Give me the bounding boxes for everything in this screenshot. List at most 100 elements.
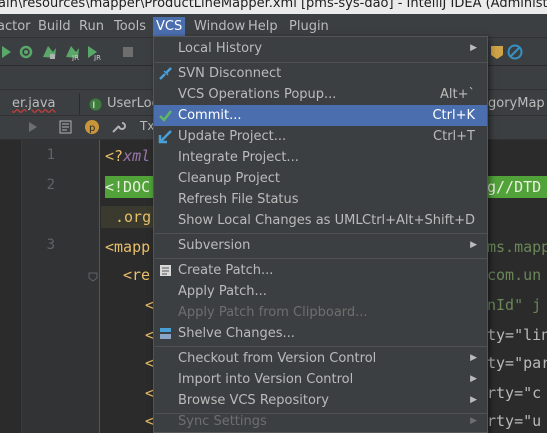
menu-item-create-patch[interactable]: Create Patch... (154, 260, 487, 281)
menu-item-shelve-changes[interactable]: Shelve Changes... (154, 323, 487, 344)
coverage-icon[interactable] (40, 43, 58, 61)
menu-item-label: Integrate Project... (178, 150, 299, 165)
code-line: .org (101, 206, 153, 228)
tab-label: er.java (12, 96, 56, 111)
menu-item-label: Refresh File Status (178, 192, 299, 207)
menu-item-apply-patch-clipboard[interactable]: Apply Patch from Clipboard... (154, 302, 487, 323)
menu-item-cleanup-project[interactable]: Cleanup Project (154, 168, 487, 189)
code-line-tail: ty="par (487, 352, 547, 374)
svg-text:JR: JR (71, 54, 79, 61)
menu-item-svn-disconnect[interactable]: SVN Disconnect (154, 63, 487, 84)
line-number: 1 (46, 147, 55, 163)
code-token: <!DOC (105, 178, 151, 196)
submenu-arrow-icon: ▶ (470, 43, 477, 53)
structure-icon[interactable] (58, 119, 74, 135)
commit-check-icon (159, 110, 172, 122)
submenu-arrow-icon: ▶ (470, 416, 477, 426)
menu-item-label: Import into Version Control (178, 372, 354, 387)
code-token: <mapp (105, 238, 151, 256)
fold-marker-icon[interactable] (88, 272, 98, 282)
menu-plugin[interactable]: Plugin (286, 17, 332, 37)
menu-help[interactable]: Help (245, 17, 281, 37)
menu-separator (155, 346, 487, 347)
shelve-icon (160, 328, 171, 339)
stop-icon[interactable] (119, 43, 137, 61)
play-icon[interactable] (26, 120, 40, 134)
editor-gutter: 1 2 3 (22, 140, 100, 433)
menu-separator (155, 233, 487, 234)
menu-item-shortcut: Ctrl+Alt+Shift+D (362, 213, 475, 228)
menu-item-shortcut: Ctrl+T (433, 129, 475, 144)
menu-item-import-vcs[interactable]: Import into Version Control ▶ (154, 369, 487, 390)
code-token: ty="par (487, 354, 547, 372)
menu-item-label: Browse VCS Repository (178, 393, 329, 408)
code-token: xml (123, 147, 151, 165)
menu-refactor[interactable]: actor (0, 17, 34, 37)
menu-item-label: Shelve Changes... (178, 326, 295, 341)
tab-categorymap[interactable]: egoryMap (480, 93, 547, 115)
update-arrow-icon (158, 130, 172, 144)
menu-tools[interactable]: Tools (111, 17, 149, 37)
menu-item-label: Sync Settings (178, 414, 267, 429)
submenu-arrow-icon: ▶ (470, 395, 477, 405)
no-entry-icon[interactable] (506, 43, 524, 61)
menu-item-refresh-file-status[interactable]: Refresh File Status (154, 189, 487, 210)
code-line-tail: ms.mapp (487, 236, 547, 258)
menu-item-subversion[interactable]: Subversion ▶ (154, 235, 487, 256)
code-token: g//DTD (487, 178, 542, 196)
tab-mapper-java[interactable]: er.java (0, 93, 80, 115)
code-line-tail: rty="c (487, 382, 541, 404)
vcs-history-icon[interactable] (488, 43, 506, 61)
class-icon: I (89, 98, 102, 111)
menu-item-sync-settings[interactable]: Sync Settings ▶ (154, 411, 487, 432)
menu-item-show-local-changes-uml[interactable]: Show Local Changes as UML Ctrl+Alt+Shift… (154, 210, 487, 231)
code-line-tail: com.un (487, 264, 541, 286)
menu-vcs[interactable]: VCS (153, 17, 186, 37)
submenu-arrow-icon: ▶ (470, 374, 477, 384)
code-token: nId" j (487, 296, 542, 314)
code-token: rty="c (487, 384, 542, 402)
properties-icon[interactable]: p (84, 119, 100, 135)
vcs-dropdown-menu: Local History ▶ SVN Disconnect VCS Opera… (153, 36, 488, 433)
code-line: <mapp (105, 236, 150, 258)
run-with-icon[interactable]: JR (85, 43, 103, 61)
menu-item-update-project[interactable]: Update Project... Ctrl+T (154, 126, 487, 147)
code-token: <? (105, 147, 124, 165)
menu-window[interactable]: Window (191, 17, 248, 37)
menu-item-label: Commit... (178, 108, 242, 123)
tab-label: egoryMap (480, 96, 545, 111)
code-token: ty="lin (487, 326, 547, 344)
profile-icon[interactable]: JR (63, 43, 81, 61)
menu-item-integrate-project[interactable]: Integrate Project... (154, 147, 487, 168)
svg-text:I: I (93, 101, 96, 111)
menu-item-apply-patch[interactable]: Apply Patch... (154, 281, 487, 302)
menu-item-label: Apply Patch... (178, 284, 267, 299)
menu-item-checkout-vcs[interactable]: Checkout from Version Control ▶ (154, 348, 487, 369)
window-title: ain\resources\mapper\ProductLineMapper.x… (0, 0, 547, 11)
code-line: <?xml (105, 145, 150, 167)
submenu-arrow-icon: ▶ (470, 240, 477, 250)
menu-build[interactable]: Build (35, 17, 74, 37)
code-token: com.un (487, 266, 542, 284)
run-debug-icon[interactable] (0, 43, 18, 61)
settings-icon[interactable] (17, 43, 35, 61)
code-token: .org (115, 208, 152, 226)
menu-item-browse-vcs-repository[interactable]: Browse VCS Repository ▶ (154, 390, 487, 411)
submenu-arrow-icon: ▶ (470, 353, 477, 363)
menu-run[interactable]: Run (76, 17, 107, 37)
menu-item-label: Local History (178, 41, 263, 56)
wrench-icon[interactable] (110, 119, 126, 135)
menu-item-label: Checkout from Version Control (178, 351, 377, 366)
code-token: rty="u (487, 412, 542, 430)
project-sidebar-strip (0, 140, 22, 433)
svg-text:JR: JR (93, 54, 101, 61)
code-line-tail: rty="u (487, 410, 541, 432)
menu-item-label: VCS Operations Popup... (178, 87, 337, 102)
tab-label: UserLog (107, 96, 160, 111)
menu-item-vcs-operations-popup[interactable]: VCS Operations Popup... Alt+` (154, 84, 487, 105)
menu-item-commit[interactable]: Commit... Ctrl+K (154, 105, 487, 126)
code-line-highlight: <!DOC (105, 176, 155, 198)
tab-userlog[interactable]: I UserLog (83, 93, 160, 115)
menu-item-label: Subversion (178, 238, 251, 253)
menu-item-local-history[interactable]: Local History ▶ (154, 38, 487, 59)
